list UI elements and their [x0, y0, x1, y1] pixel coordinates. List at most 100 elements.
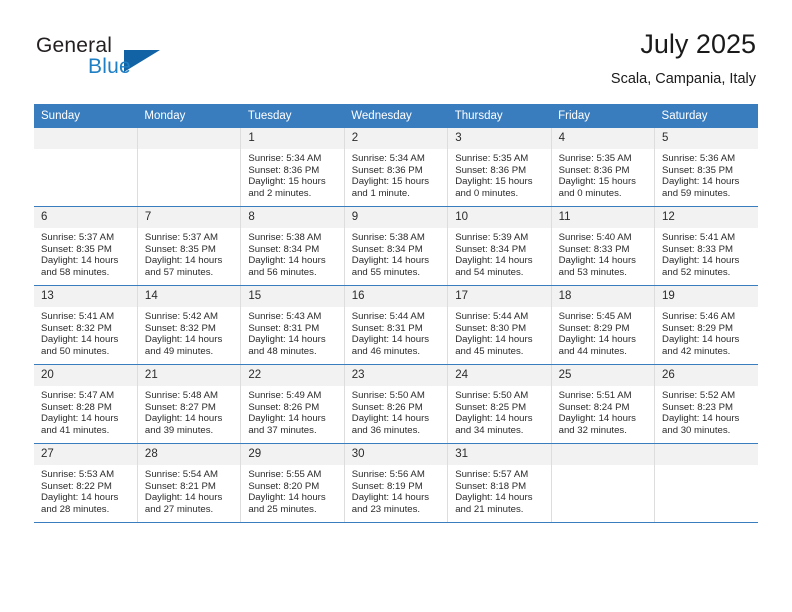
day-details: Sunrise: 5:50 AM Sunset: 8:26 PM Daylight:… — [345, 386, 447, 436]
day-details: Sunrise: 5:41 AM Sunset: 8:32 PM Daylight:… — [34, 307, 137, 357]
sunrise-text: Sunrise: 5:36 AM — [662, 153, 736, 164]
calendar-day-cell-empty — [551, 443, 656, 523]
sunrise-text: Sunrise: 5:50 AM — [455, 390, 529, 401]
calendar-day-cell[interactable]: 17 Sunrise: 5:44 AM Sunset: 8:30 PM Dayligh… — [447, 285, 552, 365]
sunrise-text: Sunrise: 5:41 AM — [662, 232, 736, 243]
sunset-text: Sunset: 8:36 PM — [248, 164, 320, 176]
sunset-text: Sunset: 8:34 PM — [351, 243, 423, 255]
daylight-text-line2: and 45 minutes. — [455, 345, 524, 357]
calendar-day-cell[interactable]: 13 Sunrise: 5:41 AM Sunset: 8:32 PM Dayligh… — [34, 285, 138, 365]
calendar-grid: Sunday Monday Tuesday Wednesday Thursday… — [34, 104, 758, 523]
calendar-day-cell[interactable]: 16 Sunrise: 5:44 AM Sunset: 8:31 PM Dayligh… — [344, 285, 449, 365]
sunrise-text: Sunrise: 5:57 AM — [455, 469, 529, 480]
calendar-day-cell[interactable]: 23 Sunrise: 5:50 AM Sunset: 8:26 PM Dayligh… — [344, 364, 449, 444]
calendar-page: General Blue July 2025 Scala, Campania, … — [0, 0, 792, 612]
calendar-day-cell[interactable]: 28 Sunrise: 5:54 AM Sunset: 8:21 PM Dayligh… — [137, 443, 242, 523]
sunset-text: Sunset: 8:32 PM — [41, 322, 112, 334]
daylight-text-line2: and 2 minutes. — [248, 187, 312, 199]
calendar-day-cell[interactable]: 15 Sunrise: 5:43 AM Sunset: 8:31 PM Dayligh… — [240, 285, 345, 365]
calendar-day-cell[interactable]: 2 Sunrise: 5:34 AM Sunset: 8:36 PM Daylight… — [344, 128, 449, 207]
day-number: 2 — [344, 128, 448, 149]
day-number: 15 — [241, 286, 344, 307]
day-number: 3 — [448, 128, 551, 149]
day-details — [655, 465, 758, 469]
daylight-text-line2: and 49 minutes. — [144, 345, 214, 357]
day-details: Sunrise: 5:34 AM Sunset: 8:36 PM Daylight:… — [345, 149, 447, 199]
calendar-day-cell[interactable]: 9 Sunrise: 5:38 AM Sunset: 8:34 PM Daylight… — [344, 206, 449, 286]
daylight-text-line1: Daylight: 14 hours — [144, 255, 223, 267]
calendar-day-cell[interactable]: 11 Sunrise: 5:40 AM Sunset: 8:33 PM Dayligh… — [551, 206, 656, 286]
calendar-day-cell[interactable]: 5 Sunrise: 5:36 AM Sunset: 8:35 PM Daylight… — [654, 128, 758, 207]
day-details — [552, 465, 654, 469]
sunset-text: Sunset: 8:20 PM — [248, 480, 320, 492]
day-number: 4 — [551, 128, 655, 149]
calendar-day-cell[interactable]: 30 Sunrise: 5:56 AM Sunset: 8:19 PM Dayligh… — [344, 443, 449, 523]
calendar-day-cell[interactable]: 18 Sunrise: 5:45 AM Sunset: 8:29 PM Dayligh… — [551, 285, 656, 365]
day-details: Sunrise: 5:54 AM Sunset: 8:21 PM Daylight:… — [138, 465, 240, 515]
calendar-day-cell[interactable]: 20 Sunrise: 5:47 AM Sunset: 8:28 PM Dayligh… — [34, 364, 138, 444]
daylight-text-line1: Daylight: 14 hours — [41, 255, 119, 267]
weekday-header-wednesday: Wednesday — [344, 104, 448, 128]
day-details: Sunrise: 5:52 AM Sunset: 8:23 PM Daylight:… — [655, 386, 758, 436]
sunrise-text: Sunrise: 5:52 AM — [662, 390, 736, 401]
calendar-day-cell[interactable]: 1 Sunrise: 5:34 AM Sunset: 8:36 PM Daylight… — [240, 128, 345, 207]
calendar-day-cell[interactable]: 25 Sunrise: 5:51 AM Sunset: 8:24 PM Dayligh… — [551, 364, 656, 444]
calendar-week-row: 13 Sunrise: 5:41 AM Sunset: 8:32 PM Dayligh… — [34, 285, 758, 365]
sunrise-text: Sunrise: 5:37 AM — [41, 232, 115, 243]
weekday-header-monday: Monday — [137, 104, 241, 128]
day-number: 17 — [448, 286, 551, 307]
calendar-day-cell[interactable]: 31 Sunrise: 5:57 AM Sunset: 8:18 PM Dayligh… — [447, 443, 552, 523]
general-blue-logo[interactable]: General Blue — [36, 34, 166, 86]
calendar-day-cell[interactable]: 10 Sunrise: 5:39 AM Sunset: 8:34 PM Dayligh… — [447, 206, 552, 286]
calendar-week-row: 20 Sunrise: 5:47 AM Sunset: 8:28 PM Dayligh… — [34, 364, 758, 444]
day-number: 13 — [34, 286, 137, 307]
calendar-day-cell[interactable]: 27 Sunrise: 5:53 AM Sunset: 8:22 PM Dayligh… — [34, 443, 138, 523]
weekday-header-saturday: Saturday — [654, 104, 758, 128]
calendar-day-cell[interactable]: 22 Sunrise: 5:49 AM Sunset: 8:26 PM Dayligh… — [240, 364, 345, 444]
day-number: 20 — [34, 365, 137, 386]
calendar-day-cell[interactable]: 21 Sunrise: 5:48 AM Sunset: 8:27 PM Dayligh… — [137, 364, 242, 444]
calendar-day-cell[interactable]: 24 Sunrise: 5:50 AM Sunset: 8:25 PM Dayligh… — [447, 364, 552, 444]
day-details: Sunrise: 5:44 AM Sunset: 8:31 PM Daylight:… — [345, 307, 447, 357]
day-number — [551, 444, 655, 465]
daylight-text-line1: Daylight: 15 hours — [351, 176, 430, 188]
sunset-text: Sunset: 8:36 PM — [558, 164, 630, 176]
calendar-day-cell[interactable]: 6 Sunrise: 5:37 AM Sunset: 8:35 PM Daylight… — [34, 206, 138, 286]
calendar-day-cell[interactable]: 3 Sunrise: 5:35 AM Sunset: 8:36 PM Daylight… — [447, 128, 552, 207]
sunset-text: Sunset: 8:33 PM — [558, 243, 630, 255]
daylight-text-line2: and 25 minutes. — [248, 503, 317, 515]
title-block: July 2025 Scala, Campania, Italy — [611, 28, 756, 89]
daylight-text-line1: Daylight: 14 hours — [558, 334, 636, 346]
day-number: 18 — [551, 286, 655, 307]
sunrise-text: Sunrise: 5:35 AM — [455, 153, 529, 164]
sunrise-text: Sunrise: 5:40 AM — [558, 232, 632, 243]
calendar-day-cell[interactable]: 7 Sunrise: 5:37 AM Sunset: 8:35 PM Daylight… — [137, 206, 242, 286]
day-number: 1 — [241, 128, 344, 149]
calendar-day-cell[interactable]: 26 Sunrise: 5:52 AM Sunset: 8:23 PM Dayligh… — [654, 364, 758, 444]
sunset-text: Sunset: 8:36 PM — [455, 164, 527, 176]
calendar-day-cell[interactable]: 4 Sunrise: 5:35 AM Sunset: 8:36 PM Daylight… — [551, 128, 656, 207]
daylight-text-line1: Daylight: 14 hours — [144, 413, 223, 425]
sunrise-text: Sunrise: 5:56 AM — [351, 469, 425, 480]
daylight-text-line1: Daylight: 15 hours — [558, 176, 636, 188]
sunrise-text: Sunrise: 5:48 AM — [144, 390, 218, 401]
calendar-day-cell[interactable]: 14 Sunrise: 5:42 AM Sunset: 8:32 PM Dayligh… — [137, 285, 242, 365]
daylight-text-line1: Daylight: 14 hours — [41, 413, 119, 425]
sunset-text: Sunset: 8:35 PM — [662, 164, 733, 176]
sunset-text: Sunset: 8:31 PM — [248, 322, 320, 334]
sunset-text: Sunset: 8:31 PM — [351, 322, 423, 334]
sunrise-text: Sunrise: 5:34 AM — [351, 153, 425, 164]
calendar-day-cell[interactable]: 8 Sunrise: 5:38 AM Sunset: 8:34 PM Daylight… — [240, 206, 345, 286]
day-number: 5 — [655, 128, 758, 149]
calendar-day-cell[interactable]: 29 Sunrise: 5:55 AM Sunset: 8:20 PM Dayligh… — [240, 443, 345, 523]
sunset-text: Sunset: 8:21 PM — [144, 480, 216, 492]
daylight-text-line2: and 55 minutes. — [351, 266, 421, 278]
calendar-day-cell-empty — [137, 128, 242, 207]
day-number: 23 — [344, 365, 448, 386]
sunrise-text: Sunrise: 5:46 AM — [662, 311, 736, 322]
day-details: Sunrise: 5:37 AM Sunset: 8:35 PM Daylight:… — [34, 228, 137, 278]
weekday-header-tuesday: Tuesday — [240, 104, 345, 128]
calendar-day-cell[interactable]: 19 Sunrise: 5:46 AM Sunset: 8:29 PM Dayligh… — [654, 285, 758, 365]
daylight-text-line2: and 46 minutes. — [351, 345, 421, 357]
calendar-day-cell[interactable]: 12 Sunrise: 5:41 AM Sunset: 8:33 PM Dayligh… — [654, 206, 758, 286]
